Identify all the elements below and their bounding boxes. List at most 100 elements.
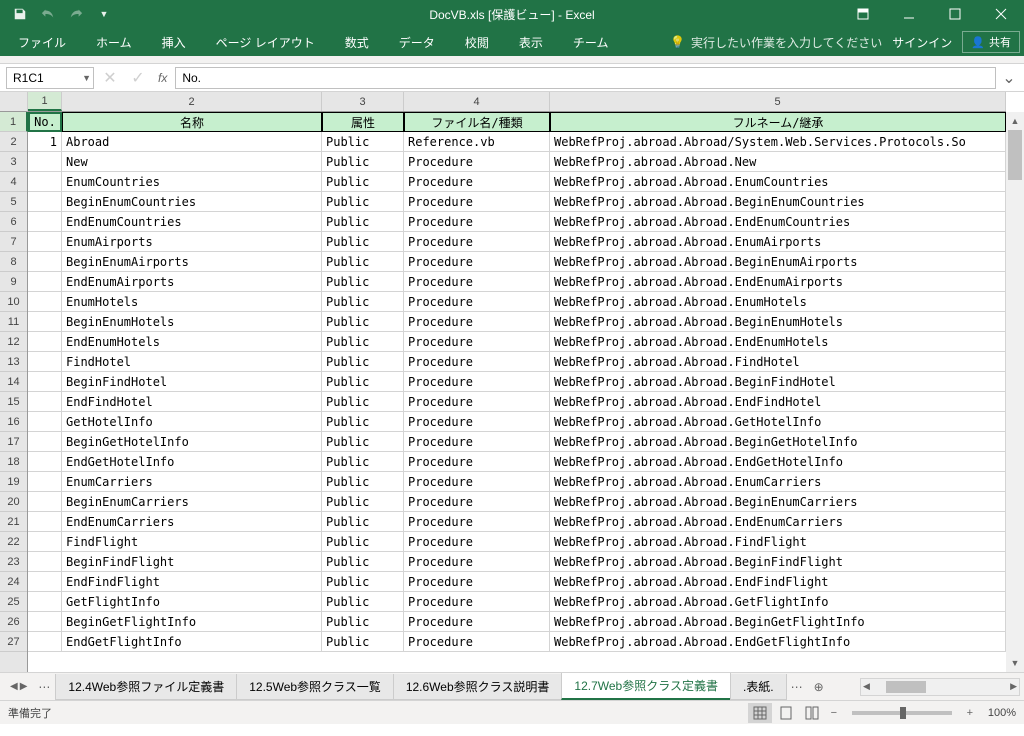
cell[interactable]: Public: [322, 292, 404, 312]
normal-view-button[interactable]: [748, 703, 772, 723]
cell[interactable]: WebRefProj.abroad.Abroad.EnumCarriers: [550, 472, 1006, 492]
cell[interactable]: WebRefProj.abroad.Abroad.EndFindHotel: [550, 392, 1006, 412]
cell[interactable]: Procedure: [404, 572, 550, 592]
sheet-more-right-button[interactable]: ⋯: [786, 680, 808, 694]
ribbon-tab[interactable]: 校閲: [451, 28, 503, 56]
cell[interactable]: [28, 632, 62, 652]
cell[interactable]: [28, 232, 62, 252]
row-header[interactable]: 6: [0, 212, 27, 232]
cell[interactable]: Public: [322, 612, 404, 632]
cell[interactable]: WebRefProj.abroad.Abroad.EnumCountries: [550, 172, 1006, 192]
cell[interactable]: Public: [322, 212, 404, 232]
page-break-view-button[interactable]: [800, 703, 824, 723]
sheet-tab[interactable]: .表紙.: [730, 674, 787, 700]
row-header[interactable]: 21: [0, 512, 27, 532]
cell[interactable]: Public: [322, 252, 404, 272]
cell[interactable]: BeginEnumCountries: [62, 192, 322, 212]
maximize-button[interactable]: [932, 0, 978, 28]
cell[interactable]: WebRefProj.abroad.Abroad.BeginEnumCarrie…: [550, 492, 1006, 512]
cell[interactable]: Public: [322, 432, 404, 452]
cell[interactable]: Procedure: [404, 432, 550, 452]
cell[interactable]: WebRefProj.abroad.Abroad.BeginGetHotelIn…: [550, 432, 1006, 452]
cell[interactable]: EndFindHotel: [62, 392, 322, 412]
ribbon-display-button[interactable]: [840, 0, 886, 28]
cell[interactable]: Procedure: [404, 172, 550, 192]
cell[interactable]: Public: [322, 472, 404, 492]
hscroll-thumb[interactable]: [886, 681, 926, 693]
cell[interactable]: [28, 592, 62, 612]
cell[interactable]: Public: [322, 152, 404, 172]
cell[interactable]: Public: [322, 272, 404, 292]
cell[interactable]: Procedure: [404, 452, 550, 472]
cell[interactable]: [28, 332, 62, 352]
cell[interactable]: [28, 272, 62, 292]
cell[interactable]: EnumCountries: [62, 172, 322, 192]
cell[interactable]: Public: [322, 412, 404, 432]
row-header[interactable]: 3: [0, 152, 27, 172]
cell[interactable]: [28, 352, 62, 372]
fx-button[interactable]: fx: [154, 71, 171, 85]
cell[interactable]: [28, 252, 62, 272]
cell[interactable]: [28, 552, 62, 572]
row-header[interactable]: 24: [0, 572, 27, 592]
cell[interactable]: [28, 572, 62, 592]
cell[interactable]: EndEnumHotels: [62, 332, 322, 352]
sheet-nav-prev[interactable]: ◀: [10, 681, 18, 692]
cells-area[interactable]: No.名称属性ファイル名/種類フルネーム/継承1AbroadPublicRefe…: [28, 112, 1006, 672]
sheet-nav-next[interactable]: ▶: [20, 681, 28, 692]
cell[interactable]: Procedure: [404, 252, 550, 272]
row-header[interactable]: 15: [0, 392, 27, 412]
cell[interactable]: Public: [322, 372, 404, 392]
cancel-formula-button[interactable]: ✕: [98, 67, 122, 89]
minimize-button[interactable]: [886, 0, 932, 28]
cell[interactable]: WebRefProj.abroad.Abroad/System.Web.Serv…: [550, 132, 1006, 152]
cell[interactable]: Procedure: [404, 472, 550, 492]
cell[interactable]: EndEnumCarriers: [62, 512, 322, 532]
ribbon-tab[interactable]: 挿入: [148, 28, 200, 56]
cell[interactable]: Public: [322, 452, 404, 472]
column-header[interactable]: 1: [28, 92, 62, 111]
cell[interactable]: Public: [322, 232, 404, 252]
formula-input[interactable]: No.: [175, 67, 996, 89]
scroll-thumb[interactable]: [1008, 130, 1022, 180]
cell[interactable]: [28, 292, 62, 312]
cell[interactable]: WebRefProj.abroad.Abroad.BeginFindFlight: [550, 552, 1006, 572]
zoom-in-button[interactable]: +: [962, 707, 978, 719]
cell[interactable]: [28, 412, 62, 432]
cell[interactable]: [28, 472, 62, 492]
add-sheet-button[interactable]: ⊕: [808, 680, 830, 694]
cell[interactable]: BeginEnumCarriers: [62, 492, 322, 512]
column-header[interactable]: 2: [62, 92, 322, 111]
sheet-more-button[interactable]: ⋯: [33, 680, 55, 694]
cell[interactable]: [28, 192, 62, 212]
row-header[interactable]: 1: [0, 112, 28, 132]
cell[interactable]: WebRefProj.abroad.Abroad.BeginEnumHotels: [550, 312, 1006, 332]
cell[interactable]: EnumHotels: [62, 292, 322, 312]
zoom-out-button[interactable]: −: [826, 707, 842, 719]
tab-file[interactable]: ファイル: [4, 28, 80, 56]
row-header[interactable]: 27: [0, 632, 27, 652]
header-cell[interactable]: No.: [28, 112, 62, 132]
row-header[interactable]: 4: [0, 172, 27, 192]
cell[interactable]: WebRefProj.abroad.Abroad.EndGetHotelInfo: [550, 452, 1006, 472]
row-header[interactable]: 18: [0, 452, 27, 472]
cell[interactable]: Public: [322, 332, 404, 352]
close-button[interactable]: [978, 0, 1024, 28]
cell[interactable]: Public: [322, 592, 404, 612]
row-header[interactable]: 17: [0, 432, 27, 452]
cell[interactable]: WebRefProj.abroad.Abroad.EndEnumHotels: [550, 332, 1006, 352]
row-header[interactable]: 12: [0, 332, 27, 352]
zoom-slider[interactable]: [852, 711, 952, 715]
header-cell[interactable]: ファイル名/種類: [404, 112, 550, 132]
ribbon-tab[interactable]: 数式: [331, 28, 383, 56]
cell[interactable]: WebRefProj.abroad.Abroad.GetHotelInfo: [550, 412, 1006, 432]
cell[interactable]: [28, 452, 62, 472]
cell[interactable]: [28, 172, 62, 192]
cell[interactable]: EnumCarriers: [62, 472, 322, 492]
cell[interactable]: BeginFindFlight: [62, 552, 322, 572]
cell[interactable]: WebRefProj.abroad.Abroad.EnumAirports: [550, 232, 1006, 252]
row-header[interactable]: 19: [0, 472, 27, 492]
cell[interactable]: Procedure: [404, 412, 550, 432]
cell[interactable]: Procedure: [404, 512, 550, 532]
cell[interactable]: WebRefProj.abroad.Abroad.New: [550, 152, 1006, 172]
